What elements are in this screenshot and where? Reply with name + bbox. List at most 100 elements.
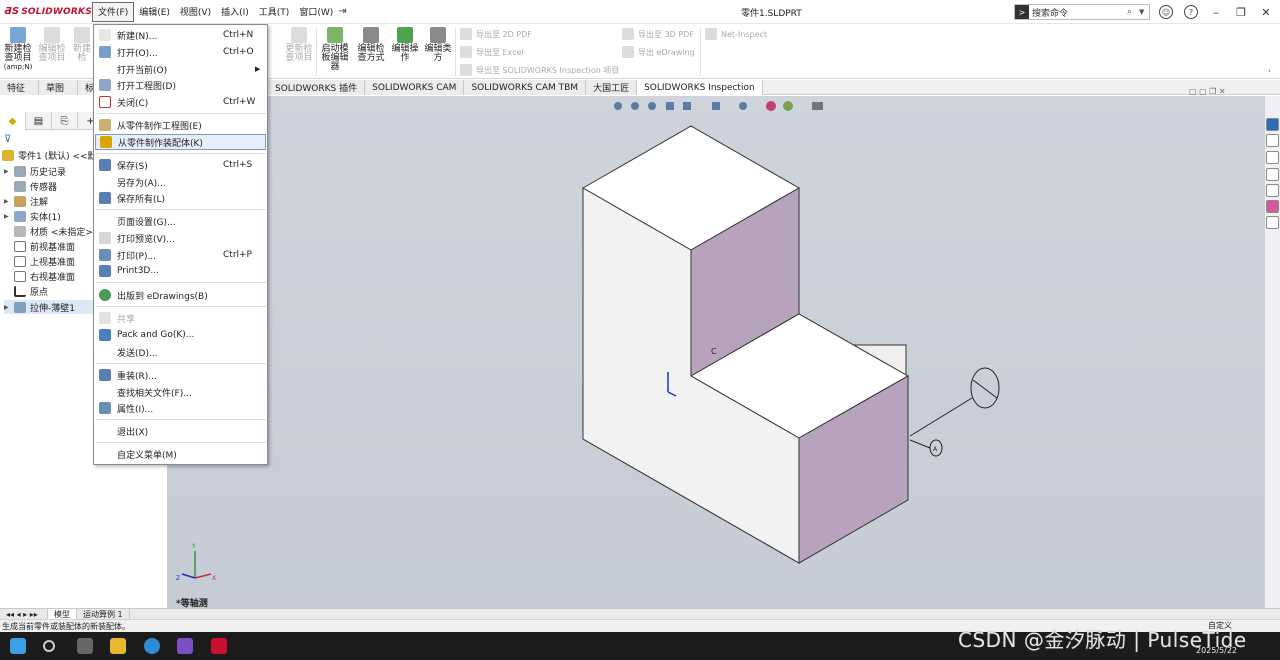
file-explorer-taskbar-icon[interactable] [110, 638, 126, 654]
inspection-balloon[interactable] [970, 367, 1000, 409]
menu-item-publish-edrawings[interactable]: 出版到 eDrawings(B) [95, 287, 266, 303]
help-icon[interactable]: ? [1184, 5, 1198, 19]
visual-studio-icon[interactable] [177, 638, 193, 654]
zoom-to-fit-icon[interactable] [614, 102, 622, 110]
menu-item-save[interactable]: 保存(S) Ctrl+S [95, 157, 266, 173]
menu-item-make-drawing-from-part[interactable]: 从零件制作工程图(E) [95, 117, 266, 133]
view-orientation-icon[interactable] [712, 102, 720, 110]
restore-button[interactable]: ❐ [1231, 4, 1251, 20]
net-inspect-button[interactable]: Net-Inspect [705, 28, 767, 40]
menu-item-print[interactable]: 打印(P)... Ctrl+P [95, 247, 266, 263]
minimize-button[interactable]: – [1206, 4, 1226, 20]
menu-item-close[interactable]: 关闭(C) Ctrl+W [95, 94, 266, 110]
custom-properties-icon[interactable] [1266, 216, 1279, 229]
view-settings-icon[interactable] [812, 102, 823, 110]
menu-item-pack-and-go[interactable]: Pack and Go(K)... [95, 327, 266, 343]
menu-item-properties[interactable]: 属性(I)... [95, 400, 266, 416]
tab-solidworks-addins[interactable]: SOLIDWORKS 插件 [268, 80, 366, 95]
expand-arrow-icon[interactable]: ▶ [4, 198, 14, 205]
start-icon[interactable] [10, 638, 26, 654]
tab-scroll-arrows-icon[interactable]: ◂◂ ◂ ▸ ▸▸ [0, 608, 48, 620]
tree-item-right-plane[interactable]: 右视基准面 [4, 269, 75, 283]
home-icon[interactable] [1266, 134, 1279, 147]
tree-item-origin[interactable]: 原点 [4, 284, 48, 298]
appearances-icon[interactable] [1266, 200, 1279, 213]
feature-tree-tab-icon[interactable]: ◆ [0, 112, 26, 130]
export-excel-button[interactable]: 导出至 Excel [460, 46, 524, 58]
graphics-viewport[interactable]: C A Y X Z ▢ ▢ ❐ ✕ [168, 87, 1264, 608]
edit-operation-button[interactable]: 编辑操作 [389, 27, 421, 63]
expand-arrow-icon[interactable]: ▶ [4, 168, 14, 175]
tree-item-material[interactable]: 材质 <未指定> [4, 224, 93, 238]
view-palette-icon[interactable] [1266, 184, 1279, 197]
menu-tools[interactable]: 工具(T) [254, 2, 295, 22]
menu-window[interactable]: 窗口(W) [294, 2, 338, 22]
tree-item-sensors[interactable]: 传感器 [4, 179, 57, 193]
menu-item-make-assembly-from-part[interactable]: 从零件制作装配体(K) [95, 134, 266, 150]
tab-motion-study-1[interactable]: 运动算例 1 [77, 608, 130, 620]
tab-sketch[interactable]: 草图 [39, 80, 78, 95]
tree-item-front-plane[interactable]: 前视基准面 [4, 239, 75, 253]
menu-item-new[interactable]: 新建(N)... Ctrl+N [95, 27, 266, 43]
chevron-down-icon[interactable]: ▼ [1139, 8, 1149, 16]
previous-view-icon[interactable] [648, 102, 656, 110]
tree-item-annotations[interactable]: ▶ 注解 [4, 194, 48, 208]
display-style-icon[interactable] [739, 102, 747, 110]
new-inspection-project-button[interactable]: 新建检查项目 (amp;N) [3, 27, 33, 72]
edge-browser-icon[interactable] [144, 638, 160, 654]
heads-up-view-toolbar[interactable] [614, 101, 823, 111]
new-inspection-button[interactable]: 新建检 [71, 27, 93, 63]
design-library-icon[interactable] [1266, 151, 1279, 164]
solidworks-logo[interactable]: ƋS SOLIDWORKS [0, 6, 92, 17]
edit-inspection-method-button[interactable]: 编辑检查方式 [355, 27, 387, 63]
search-commands-input[interactable]: > 搜索命令 ⌕ ▼ [1014, 4, 1150, 20]
solidworks-resources-icon[interactable] [1266, 118, 1279, 131]
menu-item-open[interactable]: 打开(O)... Ctrl+O [95, 44, 266, 60]
menu-view[interactable]: 视图(V) [175, 2, 216, 22]
menu-item-page-setup[interactable]: 页面设置(G)... [95, 213, 266, 229]
filter-icon[interactable]: ⊽ [4, 134, 11, 145]
scene-icon[interactable] [783, 101, 793, 111]
tree-root-part[interactable]: 零件1 (默认) <<默认 [2, 148, 106, 162]
expand-arrow-icon[interactable]: ▶ [4, 213, 14, 220]
zoom-area-icon[interactable] [631, 102, 639, 110]
close-button[interactable]: ✕ [1256, 4, 1276, 20]
expand-arrow-icon[interactable]: ▶ [4, 304, 14, 311]
menu-file[interactable]: 文件(F) [92, 1, 135, 22]
tab-solidworks-cam[interactable]: SOLIDWORKS CAM [365, 80, 465, 95]
tree-item-history[interactable]: ▶ 历史记录 [4, 164, 66, 178]
property-manager-tab-icon[interactable]: ▤ [26, 112, 52, 130]
edit-class-button[interactable]: 编辑类方 [423, 27, 453, 63]
menu-item-open-drawing[interactable]: 打开工程图(D) [95, 77, 266, 93]
section-view-icon[interactable] [666, 102, 674, 110]
menu-edit[interactable]: 编辑(E) [134, 2, 175, 22]
search-icon[interactable]: ⌕ [1127, 7, 1139, 17]
tab-features[interactable]: 特征 [0, 80, 39, 95]
tree-item-top-plane[interactable]: 上视基准面 [4, 254, 75, 268]
taskbar-search-icon[interactable] [43, 640, 55, 652]
user-icon[interactable]: ☺ [1159, 5, 1173, 19]
file-explorer-icon[interactable] [1266, 168, 1279, 181]
tree-item-solid-bodies[interactable]: ▶ 实体(1) [4, 209, 61, 223]
dynamic-annotation-icon[interactable] [683, 102, 691, 110]
update-inspection-project-button[interactable]: 更新检查项目 [283, 27, 315, 63]
export-inspection-project-button[interactable]: 导出至 SOLIDWORKS Inspection 项目 [460, 64, 619, 76]
menu-item-exit[interactable]: 退出(X) [95, 423, 266, 439]
appearance-icon[interactable] [766, 101, 776, 111]
menu-item-print-preview[interactable]: 打印预览(V)... [95, 230, 266, 246]
menu-item-reload[interactable]: 重装(R)... [95, 367, 266, 383]
menu-item-open-recent[interactable]: 打开当前(O) ▶ [95, 61, 266, 77]
tab-solidworks-inspection[interactable]: SOLIDWORKS Inspection [637, 80, 763, 95]
menu-item-send[interactable]: 发送(D)... [95, 344, 266, 360]
menu-item-save-all[interactable]: 保存所有(L) [95, 190, 266, 206]
pin-icon[interactable]: ⇥ [338, 6, 352, 17]
menu-insert[interactable]: 插入(I) [216, 2, 254, 22]
tab-daguo-gongjiang[interactable]: 大国工匠 [586, 80, 638, 95]
export-3d-pdf-button[interactable]: 导出至 3D PDF [622, 28, 694, 40]
configuration-manager-tab-icon[interactable]: ⎘ [52, 112, 78, 130]
ribbon-collapse-icon[interactable]: › [1268, 67, 1271, 75]
menu-item-share[interactable]: 共享 [95, 310, 266, 326]
edit-inspection-project-button[interactable]: 编辑检查项目 [37, 27, 67, 63]
launch-template-editor-button[interactable]: 启动模板编辑器 [319, 27, 351, 72]
menu-item-customize-menu[interactable]: 自定义菜单(M) [95, 446, 266, 462]
